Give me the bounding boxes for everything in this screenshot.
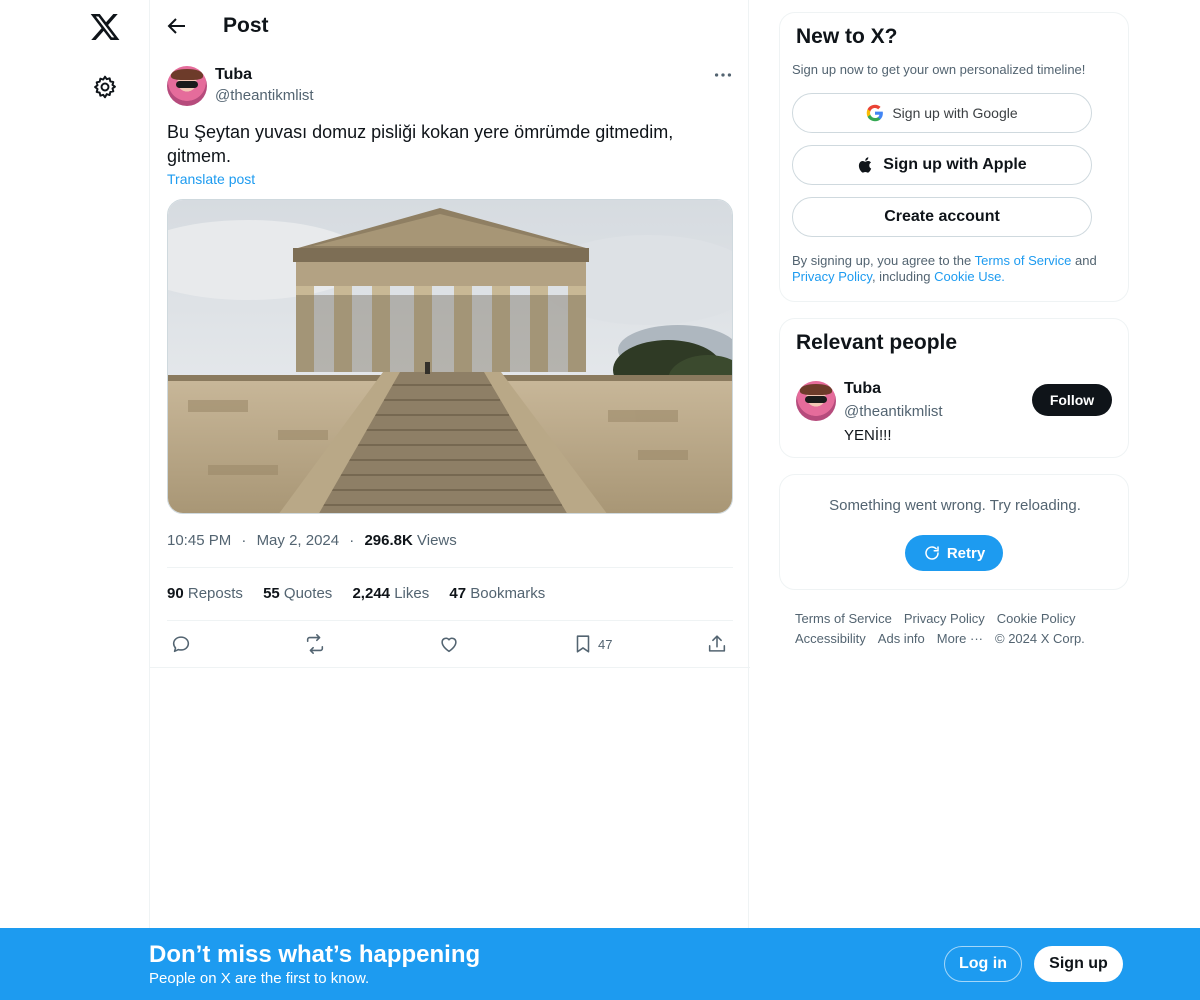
create-account-button[interactable]: Create account bbox=[792, 197, 1092, 237]
left-nav bbox=[0, 0, 150, 1000]
terms-link[interactable]: Terms of Service bbox=[975, 253, 1072, 268]
author-avatar[interactable] bbox=[167, 66, 207, 106]
likes-stat[interactable]: 2,244 Likes bbox=[352, 585, 429, 602]
more-options-icon[interactable] bbox=[712, 64, 734, 86]
post-stats: 90 Reposts 55 Quotes 2,244 Likes 47 Book… bbox=[167, 585, 561, 602]
bookmark-count: 47 bbox=[598, 636, 613, 652]
footer-ads-link[interactable]: Ads info bbox=[878, 631, 925, 646]
reposts-stat[interactable]: 90 Reposts bbox=[167, 585, 243, 602]
like-button[interactable] bbox=[438, 632, 460, 656]
divider bbox=[150, 667, 750, 668]
signup-card: New to X? Sign up now to get your own pe… bbox=[779, 12, 1129, 302]
banner-subtitle: People on X are the first to know. bbox=[149, 970, 370, 987]
signup-apple-button[interactable]: Sign up with Apple bbox=[792, 145, 1092, 185]
person-bio: YENİ!!! bbox=[844, 427, 892, 444]
reply-button[interactable] bbox=[170, 632, 192, 656]
signup-card-title: New to X? bbox=[796, 25, 898, 48]
gear-icon[interactable] bbox=[92, 74, 118, 100]
quotes-stat[interactable]: 55 Quotes bbox=[263, 585, 332, 602]
person-handle[interactable]: @theantikmlist bbox=[844, 403, 943, 420]
repost-icon bbox=[306, 634, 324, 654]
meta-separator: · bbox=[349, 532, 355, 549]
post-actions: 47 bbox=[150, 630, 750, 660]
post-media-image[interactable] bbox=[167, 199, 733, 514]
footer-copyright: © 2024 X Corp. bbox=[995, 631, 1085, 646]
relevant-people-card: Relevant people Tuba @theantikmlist YENİ… bbox=[779, 318, 1129, 458]
follow-button[interactable]: Follow bbox=[1032, 384, 1112, 416]
footer-accessibility-link[interactable]: Accessibility bbox=[795, 631, 866, 646]
heart-icon bbox=[441, 637, 457, 653]
signup-google-button[interactable]: Sign up with Google bbox=[792, 93, 1092, 133]
share-icon bbox=[708, 635, 726, 652]
views-count: 296.8K bbox=[364, 532, 413, 549]
signup-banner: Don’t miss what’s happening People on X … bbox=[0, 928, 1200, 1000]
post-meta: 10:45 PM · May 2, 2024 · 296.8K Views bbox=[167, 532, 457, 549]
post-date[interactable]: May 2, 2024 bbox=[257, 532, 340, 549]
signup-apple-label: Sign up with Apple bbox=[883, 156, 1027, 173]
author-handle[interactable]: @theantikmlist bbox=[215, 87, 314, 104]
page-title: Post bbox=[223, 14, 269, 37]
login-button[interactable]: Log in bbox=[944, 946, 1022, 982]
error-message: Something went wrong. Try reloading. bbox=[829, 497, 1081, 514]
footer-links: Terms of Service Privacy Policy Cookie Pol… bbox=[795, 609, 1115, 649]
person-avatar[interactable] bbox=[796, 381, 836, 421]
footer-privacy-link[interactable]: Privacy Policy bbox=[904, 611, 985, 626]
author-name[interactable]: Tuba bbox=[215, 66, 252, 84]
signup-card-subtitle: Sign up now to get your own personalized… bbox=[792, 62, 1086, 77]
footer-more-link[interactable]: More ··· bbox=[937, 631, 983, 646]
reply-icon bbox=[172, 636, 190, 653]
refresh-icon bbox=[925, 546, 939, 560]
signup-legal-text: By signing up, you agree to the Terms of… bbox=[792, 253, 1097, 284]
post-text: Bu Şeytan yuvası domuz pisliği kokan yer… bbox=[167, 122, 674, 166]
banner-title: Don’t miss what’s happening bbox=[149, 941, 481, 968]
apple-icon bbox=[859, 157, 872, 173]
post-time[interactable]: 10:45 PM bbox=[167, 532, 231, 549]
bookmarks-stat[interactable]: 47 Bookmarks bbox=[449, 585, 545, 602]
privacy-link[interactable]: Privacy Policy bbox=[792, 269, 872, 284]
divider bbox=[167, 567, 733, 568]
footer-cookie-link[interactable]: Cookie Policy bbox=[997, 611, 1076, 626]
post-header: Post bbox=[150, 0, 750, 54]
relevant-people-title: Relevant people bbox=[796, 331, 958, 354]
footer-terms-link[interactable]: Terms of Service bbox=[795, 611, 892, 626]
x-logo-icon[interactable] bbox=[89, 11, 121, 43]
meta-separator: · bbox=[241, 532, 247, 549]
bookmark-button[interactable]: 47 bbox=[572, 632, 612, 656]
signup-google-label: Sign up with Google bbox=[892, 105, 1018, 121]
google-icon bbox=[867, 104, 884, 122]
retry-button[interactable]: Retry bbox=[905, 535, 1003, 571]
translate-post-link[interactable]: Translate post bbox=[167, 171, 255, 187]
signup-button[interactable]: Sign up bbox=[1034, 946, 1123, 982]
retry-label: Retry bbox=[946, 544, 986, 562]
cookie-use-link[interactable]: Cookie Use. bbox=[934, 269, 1005, 284]
bookmark-icon bbox=[576, 635, 590, 653]
repost-button[interactable] bbox=[304, 632, 326, 656]
error-card: Something went wrong. Try reloading. Ret… bbox=[779, 474, 1129, 590]
views-label: Views bbox=[417, 532, 457, 549]
divider bbox=[167, 620, 733, 621]
main-column: Post Tuba @theantikmlist Bu Şeytan yuvas… bbox=[149, 0, 750, 1000]
share-button[interactable] bbox=[706, 632, 728, 656]
person-name[interactable]: Tuba bbox=[844, 380, 881, 398]
arrow-left-icon[interactable] bbox=[165, 14, 189, 38]
